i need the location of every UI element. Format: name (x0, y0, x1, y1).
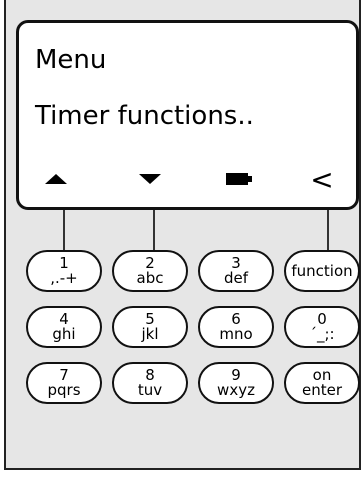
key-8[interactable]: 8 tuv (112, 362, 188, 404)
key-9-chars: wxyz (217, 381, 255, 399)
connector-line-up (63, 210, 65, 252)
key-3-chars: def (223, 269, 249, 287)
key-enter-label: enter (301, 381, 342, 399)
softkey-back[interactable]: < (307, 163, 337, 196)
key-function-label: function (291, 261, 353, 280)
key-3[interactable]: 3 def (198, 250, 274, 292)
display-line-timer-functions: Timer functions.. (35, 101, 254, 131)
key-8-chars: tuv (137, 381, 163, 399)
key-9[interactable]: 9 wxyz (198, 362, 274, 404)
key-5[interactable]: 5 jkl (112, 306, 188, 348)
connector-line-down (153, 210, 155, 252)
softkey-up[interactable] (41, 165, 71, 193)
key-4-chars: ghi (52, 325, 76, 343)
triangle-down-icon (139, 174, 161, 184)
key-0[interactable]: 0 ´_;: (284, 306, 360, 348)
key-function[interactable]: function (284, 250, 360, 292)
key-6-chars: mno (219, 325, 253, 343)
key-6[interactable]: 6 mno (198, 306, 274, 348)
key-2-chars: abc (136, 269, 164, 287)
key-4[interactable]: 4 ghi (26, 306, 102, 348)
key-0-chars: ´_;: (309, 325, 335, 343)
key-1[interactable]: 1 ,.-+ (26, 250, 102, 292)
battery-indicator (219, 165, 255, 193)
key-7-chars: pqrs (47, 381, 81, 399)
key-7[interactable]: 7 pqrs (26, 362, 102, 404)
softkey-down[interactable] (135, 165, 165, 193)
display-screen: Menu Timer functions.. < (16, 20, 359, 210)
display-line-menu: Menu (35, 45, 107, 75)
key-5-chars: jkl (141, 325, 159, 343)
key-on-enter[interactable]: on enter (284, 362, 360, 404)
battery-icon (226, 173, 252, 185)
connector-line-back (327, 210, 329, 252)
triangle-up-icon (45, 174, 67, 184)
key-2[interactable]: 2 abc (112, 250, 188, 292)
key-1-chars: ,.-+ (50, 269, 78, 287)
